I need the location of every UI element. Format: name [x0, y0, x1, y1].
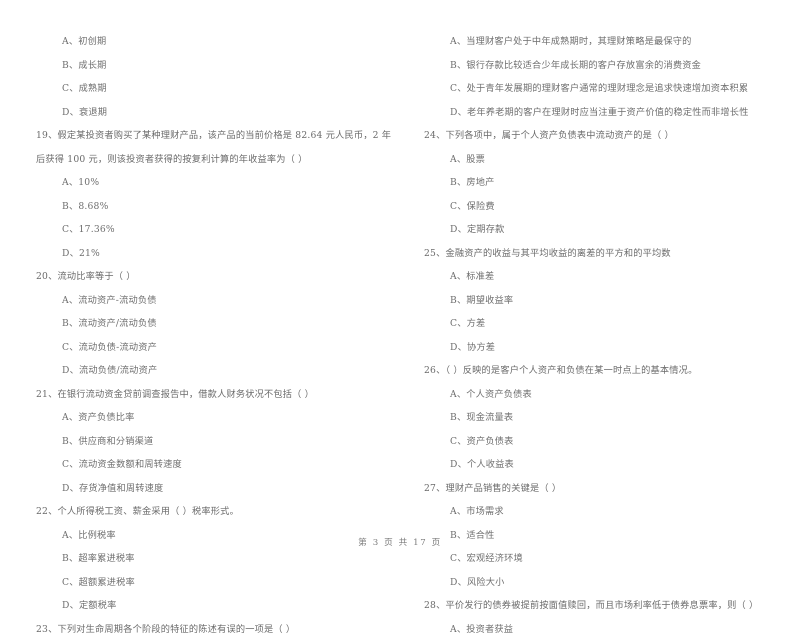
option-b: B、超率累进税率 — [36, 547, 392, 571]
option-d: D、流动负债/流动资产 — [36, 359, 392, 383]
option-c: C、流动负债-流动资产 — [36, 336, 392, 360]
option-d: D、定期存款 — [424, 218, 772, 242]
option-d: D、协方差 — [424, 336, 772, 360]
question-block: 19、假定某投资者购买了某种理财产品，该产品的当前价格是 82.64 元人民币，… — [36, 124, 392, 265]
question-stem: 24、下列各项中，属于个人资产负债表中流动资产的是（ ） — [424, 124, 772, 148]
option-c: C、处于青年发展期的理财客户通常的理财理念是追求快速增加资本积累 — [424, 77, 772, 101]
option-a: A、初创期 — [36, 30, 392, 54]
option-b: B、8.68% — [36, 195, 392, 219]
question-stem: 28、平价发行的债券被提前按面值赎回，而且市场利率低于债券息票率，则（ ） — [424, 594, 772, 618]
left-column: A、初创期 B、成长期 C、成熟期 D、衰退期 19、假定某投资者购买了某种理财… — [24, 30, 400, 510]
question-stem: 25、金融资产的收益与其平均收益的离差的平方和的平均数 — [424, 242, 772, 266]
option-a: A、资产负债比率 — [36, 406, 392, 430]
question-block: 26、（ ）反映的是客户个人资产和负债在某一时点上的基本情况。 A、个人资产负债… — [424, 359, 772, 477]
option-d: D、风险大小 — [424, 571, 772, 595]
question-block: A、当理财客户处于中年成熟期时，其理财策略是最保守的 B、银行存款比较适合少年成… — [424, 30, 772, 124]
question-block: A、初创期 B、成长期 C、成熟期 D、衰退期 — [36, 30, 392, 124]
question-block: 20、流动比率等于（ ） A、流动资产-流动负债 B、流动资产/流动负债 C、流… — [36, 265, 392, 383]
option-a: A、当理财客户处于中年成熟期时，其理财策略是最保守的 — [424, 30, 772, 54]
option-c: C、方差 — [424, 312, 772, 336]
exam-page: A、初创期 B、成长期 C、成熟期 D、衰退期 19、假定某投资者购买了某种理财… — [0, 0, 800, 565]
question-block: 25、金融资产的收益与其平均收益的离差的平方和的平均数 A、标准差 B、期望收益… — [424, 242, 772, 360]
option-c: C、资产负债表 — [424, 430, 772, 454]
option-a: A、标准差 — [424, 265, 772, 289]
question-stem: 23、下列对生命周期各个阶段的特征的陈述有误的一项是（ ） — [36, 618, 392, 641]
question-stem: 20、流动比率等于（ ） — [36, 265, 392, 289]
option-a: A、投资者获益 — [424, 618, 772, 641]
question-block: 24、下列各项中，属于个人资产负债表中流动资产的是（ ） A、股票 B、房地产 … — [424, 124, 772, 242]
option-a: A、流动资产-流动负债 — [36, 289, 392, 313]
option-b: B、现金流量表 — [424, 406, 772, 430]
option-c: C、17.36% — [36, 218, 392, 242]
option-d: D、存货净值和周转速度 — [36, 477, 392, 501]
right-column: A、当理财客户处于中年成熟期时，其理财策略是最保守的 B、银行存款比较适合少年成… — [400, 30, 776, 510]
option-b: B、房地产 — [424, 171, 772, 195]
option-b: B、期望收益率 — [424, 289, 772, 313]
option-d: D、老年养老期的客户在理财时应当注重于资产价值的稳定性而非增长性 — [424, 101, 772, 125]
option-c: C、成熟期 — [36, 77, 392, 101]
option-d: D、衰退期 — [36, 101, 392, 125]
question-stem: 19、假定某投资者购买了某种理财产品，该产品的当前价格是 82.64 元人民币，… — [36, 124, 392, 171]
option-b: B、银行存款比较适合少年成长期的客户存放富余的消费资金 — [424, 54, 772, 78]
question-block: 21、在银行流动资金贷前调查报告中，借款人财务状况不包括（ ） A、资产负债比率… — [36, 383, 392, 501]
option-a: A、市场需求 — [424, 500, 772, 524]
question-block: 28、平价发行的债券被提前按面值赎回，而且市场利率低于债券息票率，则（ ） A、… — [424, 594, 772, 641]
page-footer: 第 3 页 共 17 页 — [0, 536, 800, 548]
question-block: 23、下列对生命周期各个阶段的特征的陈述有误的一项是（ ） — [36, 618, 392, 641]
option-c: C、流动资金数额和周转速度 — [36, 453, 392, 477]
question-stem: 26、（ ）反映的是客户个人资产和负债在某一时点上的基本情况。 — [424, 359, 772, 383]
option-b: B、成长期 — [36, 54, 392, 78]
option-a: A、个人资产负债表 — [424, 383, 772, 407]
option-d: D、定额税率 — [36, 594, 392, 618]
two-column-layout: A、初创期 B、成长期 C、成熟期 D、衰退期 19、假定某投资者购买了某种理财… — [24, 30, 776, 510]
option-a: A、10% — [36, 171, 392, 195]
question-stem: 27、理财产品销售的关键是（ ） — [424, 477, 772, 501]
option-b: B、供应商和分销渠道 — [36, 430, 392, 454]
option-b: B、流动资产/流动负债 — [36, 312, 392, 336]
option-d: D、个人收益表 — [424, 453, 772, 477]
option-c: C、超额累进税率 — [36, 571, 392, 595]
question-block: 22、个人所得税工资、薪金采用（ ）税率形式。 A、比例税率 B、超率累进税率 … — [36, 500, 392, 618]
question-stem: 22、个人所得税工资、薪金采用（ ）税率形式。 — [36, 500, 392, 524]
question-stem: 21、在银行流动资金贷前调查报告中，借款人财务状况不包括（ ） — [36, 383, 392, 407]
option-c: C、保险费 — [424, 195, 772, 219]
option-c: C、宏观经济环境 — [424, 547, 772, 571]
option-a: A、股票 — [424, 148, 772, 172]
option-d: D、21% — [36, 242, 392, 266]
